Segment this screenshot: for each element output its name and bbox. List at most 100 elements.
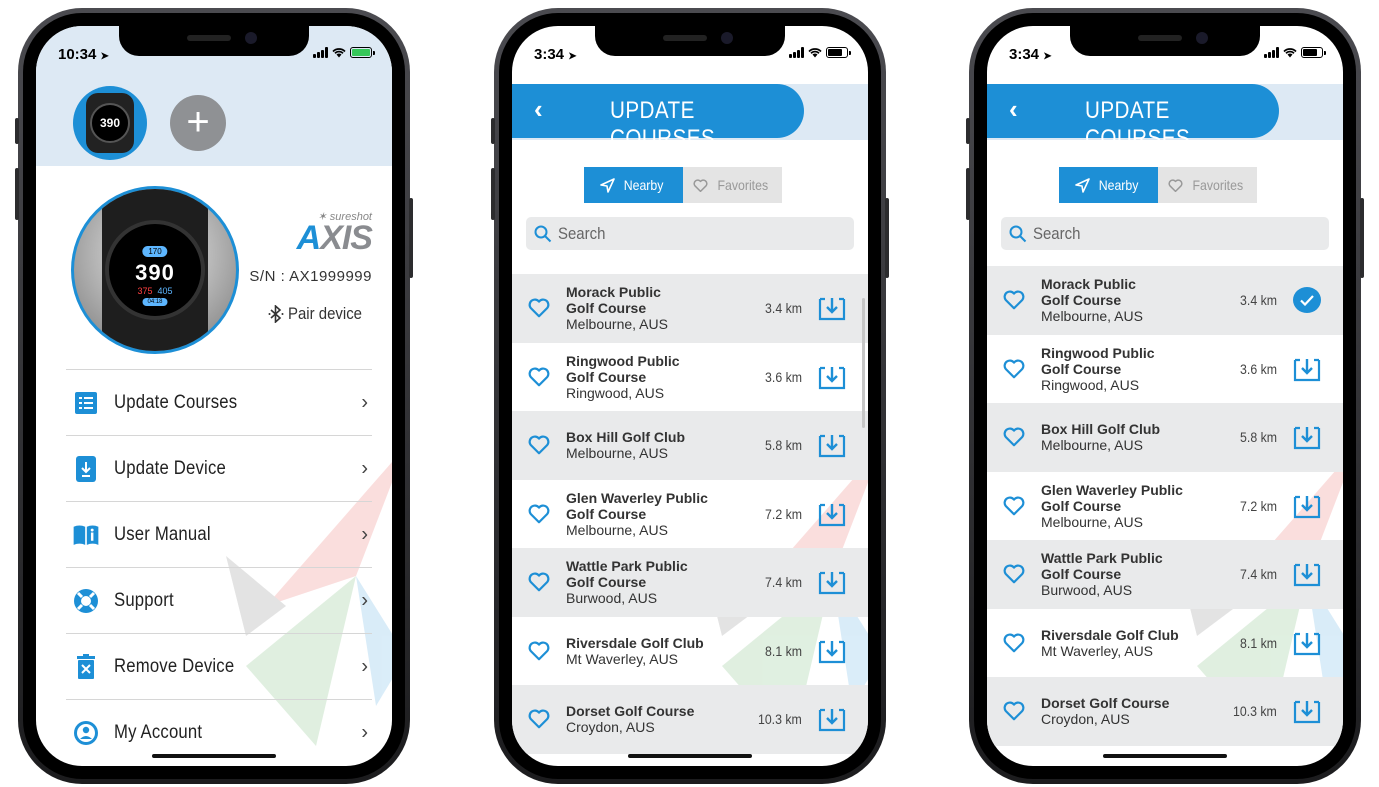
download-icon[interactable]: [1293, 630, 1321, 656]
download-icon[interactable]: [1293, 356, 1321, 382]
course-city: Melbourne, AUS: [566, 521, 668, 538]
battery-icon: [826, 47, 851, 58]
course-row[interactable]: Dorset Golf Course Croydon, AUS 10.3 km: [512, 685, 868, 754]
chevron-right-icon: ›: [361, 523, 368, 545]
tab-favorites[interactable]: Favorites: [683, 167, 782, 203]
heart-icon[interactable]: [528, 641, 550, 661]
course-row[interactable]: Ringwood Public Golf Course Ringwood, AUS 3…: [987, 335, 1343, 404]
segmented-control: Nearby Favorites: [1059, 167, 1257, 203]
wifi-icon: [808, 48, 822, 58]
heart-icon[interactable]: [1003, 496, 1025, 516]
back-button[interactable]: ‹: [1009, 94, 1018, 125]
chevron-right-icon: ›: [361, 721, 368, 743]
download-icon[interactable]: [818, 638, 846, 664]
heart-icon[interactable]: [1003, 427, 1025, 447]
course-row[interactable]: Wattle Park Public Golf Course Burwood, AU…: [987, 540, 1343, 609]
course-info: Box Hill Golf Club Melbourne, AUS: [566, 429, 685, 461]
course-city: Mt Waverley, AUS: [1041, 642, 1154, 659]
course-distance: 8.1 km: [1240, 634, 1277, 651]
course-row[interactable]: Morack Public Golf Course Melbourne, AUS 3.…: [512, 274, 868, 343]
menu-item-update-courses[interactable]: Update Courses ›: [66, 369, 372, 435]
course-name-line1: Box Hill Golf Club: [566, 429, 685, 446]
course-info: Oakleigh PublicGolf Course: [1041, 764, 1146, 766]
location-arrow-icon: [1075, 177, 1091, 193]
course-row[interactable]: Glen Waverley Public Golf Course Melbourne…: [987, 472, 1343, 541]
download-icon[interactable]: [818, 706, 846, 732]
tab-favorites[interactable]: Favorites: [1158, 167, 1257, 203]
scrollbar[interactable]: [862, 298, 865, 428]
page-title: UPDATE COURSES: [610, 97, 716, 152]
course-row[interactable]: Morack Public Golf Course Melbourne, AUS 3.…: [987, 266, 1343, 335]
course-distance: 5.8 km: [1240, 429, 1277, 446]
course-city: Burwood, AUS: [566, 590, 658, 607]
course-name-line1: Wattle Park Public: [566, 558, 688, 575]
status-time: 3:34 ➤: [1009, 46, 1052, 63]
heart-icon[interactable]: [528, 504, 550, 524]
menu-item-user-manual[interactable]: User Manual ›: [66, 501, 372, 567]
course-row[interactable]: Box Hill Golf Club Melbourne, AUS 5.8 km: [512, 411, 868, 480]
heart-icon[interactable]: [528, 367, 550, 387]
course-row[interactable]: Riversdale Golf Club Mt Waverley, AUS 8.1 …: [512, 617, 868, 686]
tab-nearby[interactable]: Nearby: [1059, 167, 1158, 203]
course-row[interactable]: Dorset Golf Course Croydon, AUS 10.3 km: [987, 677, 1343, 746]
add-device-button[interactable]: +: [170, 95, 226, 151]
menu-item-support[interactable]: Support ›: [66, 567, 372, 633]
watch-time-value: 04:18: [142, 298, 168, 306]
header-title-pill: ‹ UPDATE COURSES: [512, 84, 804, 152]
heart-icon[interactable]: [1003, 701, 1025, 721]
location-arrow-icon: ➤: [100, 51, 109, 62]
course-distance: 7.2 km: [765, 505, 802, 522]
course-name-line1: Morack Public: [566, 284, 661, 301]
download-icon[interactable]: [818, 569, 846, 595]
course-city: Melbourne, AUS: [1041, 308, 1143, 325]
course-row[interactable]: Box Hill Golf Club Melbourne, AUS 5.8 km: [987, 403, 1343, 472]
download-icon[interactable]: [1293, 561, 1321, 587]
course-distance: 3.6 km: [765, 368, 802, 385]
course-row[interactable]: Glen Waverley Public Golf Course Melbourne…: [512, 480, 868, 549]
heart-icon[interactable]: [1003, 633, 1025, 653]
download-icon[interactable]: [1293, 698, 1321, 724]
heart-icon[interactable]: [528, 572, 550, 592]
heart-icon[interactable]: [528, 709, 550, 729]
menu-item-remove-device[interactable]: Remove Device ›: [66, 633, 372, 699]
lifebuoy-icon: [72, 587, 100, 615]
list-icon: [72, 389, 100, 417]
downloaded-check-icon[interactable]: [1293, 287, 1321, 314]
device-thumbnail[interactable]: 390: [73, 86, 147, 160]
heart-icon[interactable]: [1003, 290, 1025, 310]
home-indicator[interactable]: [1103, 754, 1227, 758]
location-arrow-icon: ➤: [1043, 51, 1052, 62]
search-input[interactable]: Search: [526, 217, 854, 250]
course-row[interactable]: Ringwood Public Golf Course Ringwood, AUS 3…: [512, 343, 868, 412]
course-distance: 3.4 km: [765, 300, 802, 317]
course-row[interactable]: Riversdale Golf Club Mt Waverley, AUS 8.1 …: [987, 609, 1343, 678]
download-icon[interactable]: [1293, 493, 1321, 519]
watch-image: 170 390 375 405 04:18: [71, 186, 239, 354]
tab-nearby[interactable]: Nearby: [584, 167, 683, 203]
download-icon[interactable]: [818, 432, 846, 458]
search-input[interactable]: Search: [1001, 217, 1329, 250]
course-info: Dorset Golf Course Croydon, AUS: [566, 703, 694, 735]
heart-icon[interactable]: [1003, 564, 1025, 584]
course-distance: 7.4 km: [765, 574, 802, 591]
heart-icon[interactable]: [528, 435, 550, 455]
course-row[interactable]: Wattle Park Public Golf Course Burwood, AU…: [512, 548, 868, 617]
notch: [1070, 26, 1260, 56]
phone-update-courses: 3:34 ➤ ‹ UPDATE COURSES Nearby Favorites…: [491, 8, 889, 784]
heart-icon[interactable]: [1003, 359, 1025, 379]
status-time: 3:34 ➤: [534, 46, 577, 63]
course-info: Morack Public Golf Course Melbourne, AUS: [1041, 276, 1143, 324]
chevron-right-icon: ›: [361, 589, 368, 611]
menu-item-update-device[interactable]: Update Device ›: [66, 435, 372, 501]
screen: 10:34 ➤ 390 + 170 390 375 405 04:18 ✶ su…: [36, 26, 392, 766]
home-indicator[interactable]: [628, 754, 752, 758]
download-icon[interactable]: [818, 364, 846, 390]
heart-icon[interactable]: [528, 298, 550, 318]
download-icon[interactable]: [818, 295, 846, 321]
back-button[interactable]: ‹: [534, 94, 543, 125]
download-icon[interactable]: [818, 501, 846, 527]
pair-device-button[interactable]: Pair device: [268, 304, 372, 324]
course-distance: 10.3 km: [1233, 703, 1277, 720]
download-icon[interactable]: [1293, 424, 1321, 450]
home-indicator[interactable]: [152, 754, 276, 758]
